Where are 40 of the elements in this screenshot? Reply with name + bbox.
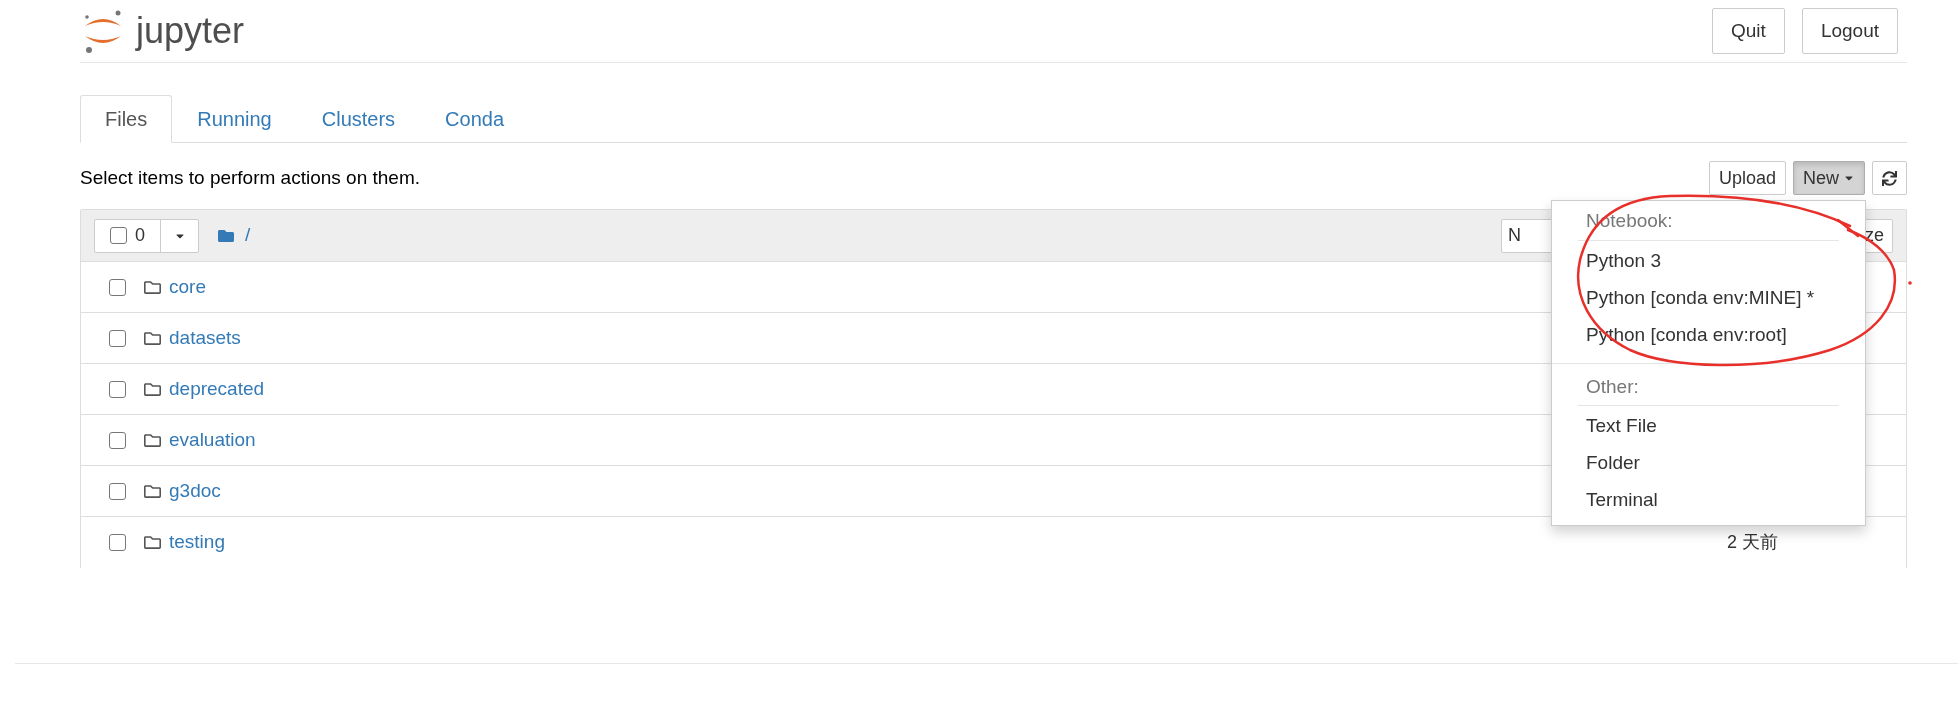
folder-icon — [143, 329, 162, 347]
row-checkbox[interactable] — [109, 278, 126, 296]
folder-icon — [143, 380, 162, 398]
header-button[interactable]: Logout — [1801, 8, 1898, 54]
folder-link[interactable]: core — [169, 272, 206, 302]
row-checkbox[interactable] — [109, 431, 126, 449]
menu-item[interactable]: Python [conda env:MINE] * — [1552, 279, 1865, 317]
logo-wordmark: jupyter — [136, 13, 245, 49]
row-checkbox[interactable] — [109, 380, 126, 398]
menu-item[interactable]: Terminal — [1552, 482, 1865, 519]
folder-link[interactable]: g3doc — [169, 476, 221, 506]
folder-icon — [217, 227, 235, 244]
row-checkbox[interactable] — [109, 482, 126, 500]
tab[interactable]: Running — [172, 95, 297, 142]
menu-section-header: Other: — [1585, 375, 1640, 397]
hint-text: Select items to perform actions on them. — [80, 165, 421, 190]
folder-link[interactable]: testing — [169, 528, 225, 557]
folder-link[interactable]: evaluation — [169, 425, 256, 455]
folder-link[interactable]: deprecated — [169, 374, 265, 404]
upload-button[interactable]: Upload — [1708, 161, 1786, 195]
modified-time: 2 天前 — [1727, 531, 1778, 554]
folder-icon — [143, 534, 162, 551]
tab[interactable]: Files — [80, 95, 173, 143]
folder-icon — [143, 431, 162, 449]
row-checkbox[interactable] — [109, 329, 126, 347]
folder-link[interactable]: datasets — [169, 323, 241, 353]
folder-icon — [143, 482, 162, 500]
new-button[interactable]: New — [1793, 161, 1865, 195]
row-checkbox[interactable] — [109, 534, 126, 551]
select-all-checkbox[interactable] — [110, 227, 127, 244]
menu-item[interactable]: Text File — [1552, 408, 1865, 445]
tab[interactable]: Conda — [420, 95, 530, 142]
folder-icon — [143, 278, 162, 296]
breadcrumb-path[interactable]: / — [245, 221, 251, 250]
refresh-button[interactable] — [1872, 161, 1907, 195]
header-button[interactable]: Quit — [1712, 8, 1785, 54]
menu-item[interactable]: Folder — [1552, 445, 1865, 482]
refresh-icon — [1882, 170, 1897, 186]
tab[interactable]: Clusters — [296, 95, 421, 142]
selected-count: 0 — [135, 224, 145, 247]
